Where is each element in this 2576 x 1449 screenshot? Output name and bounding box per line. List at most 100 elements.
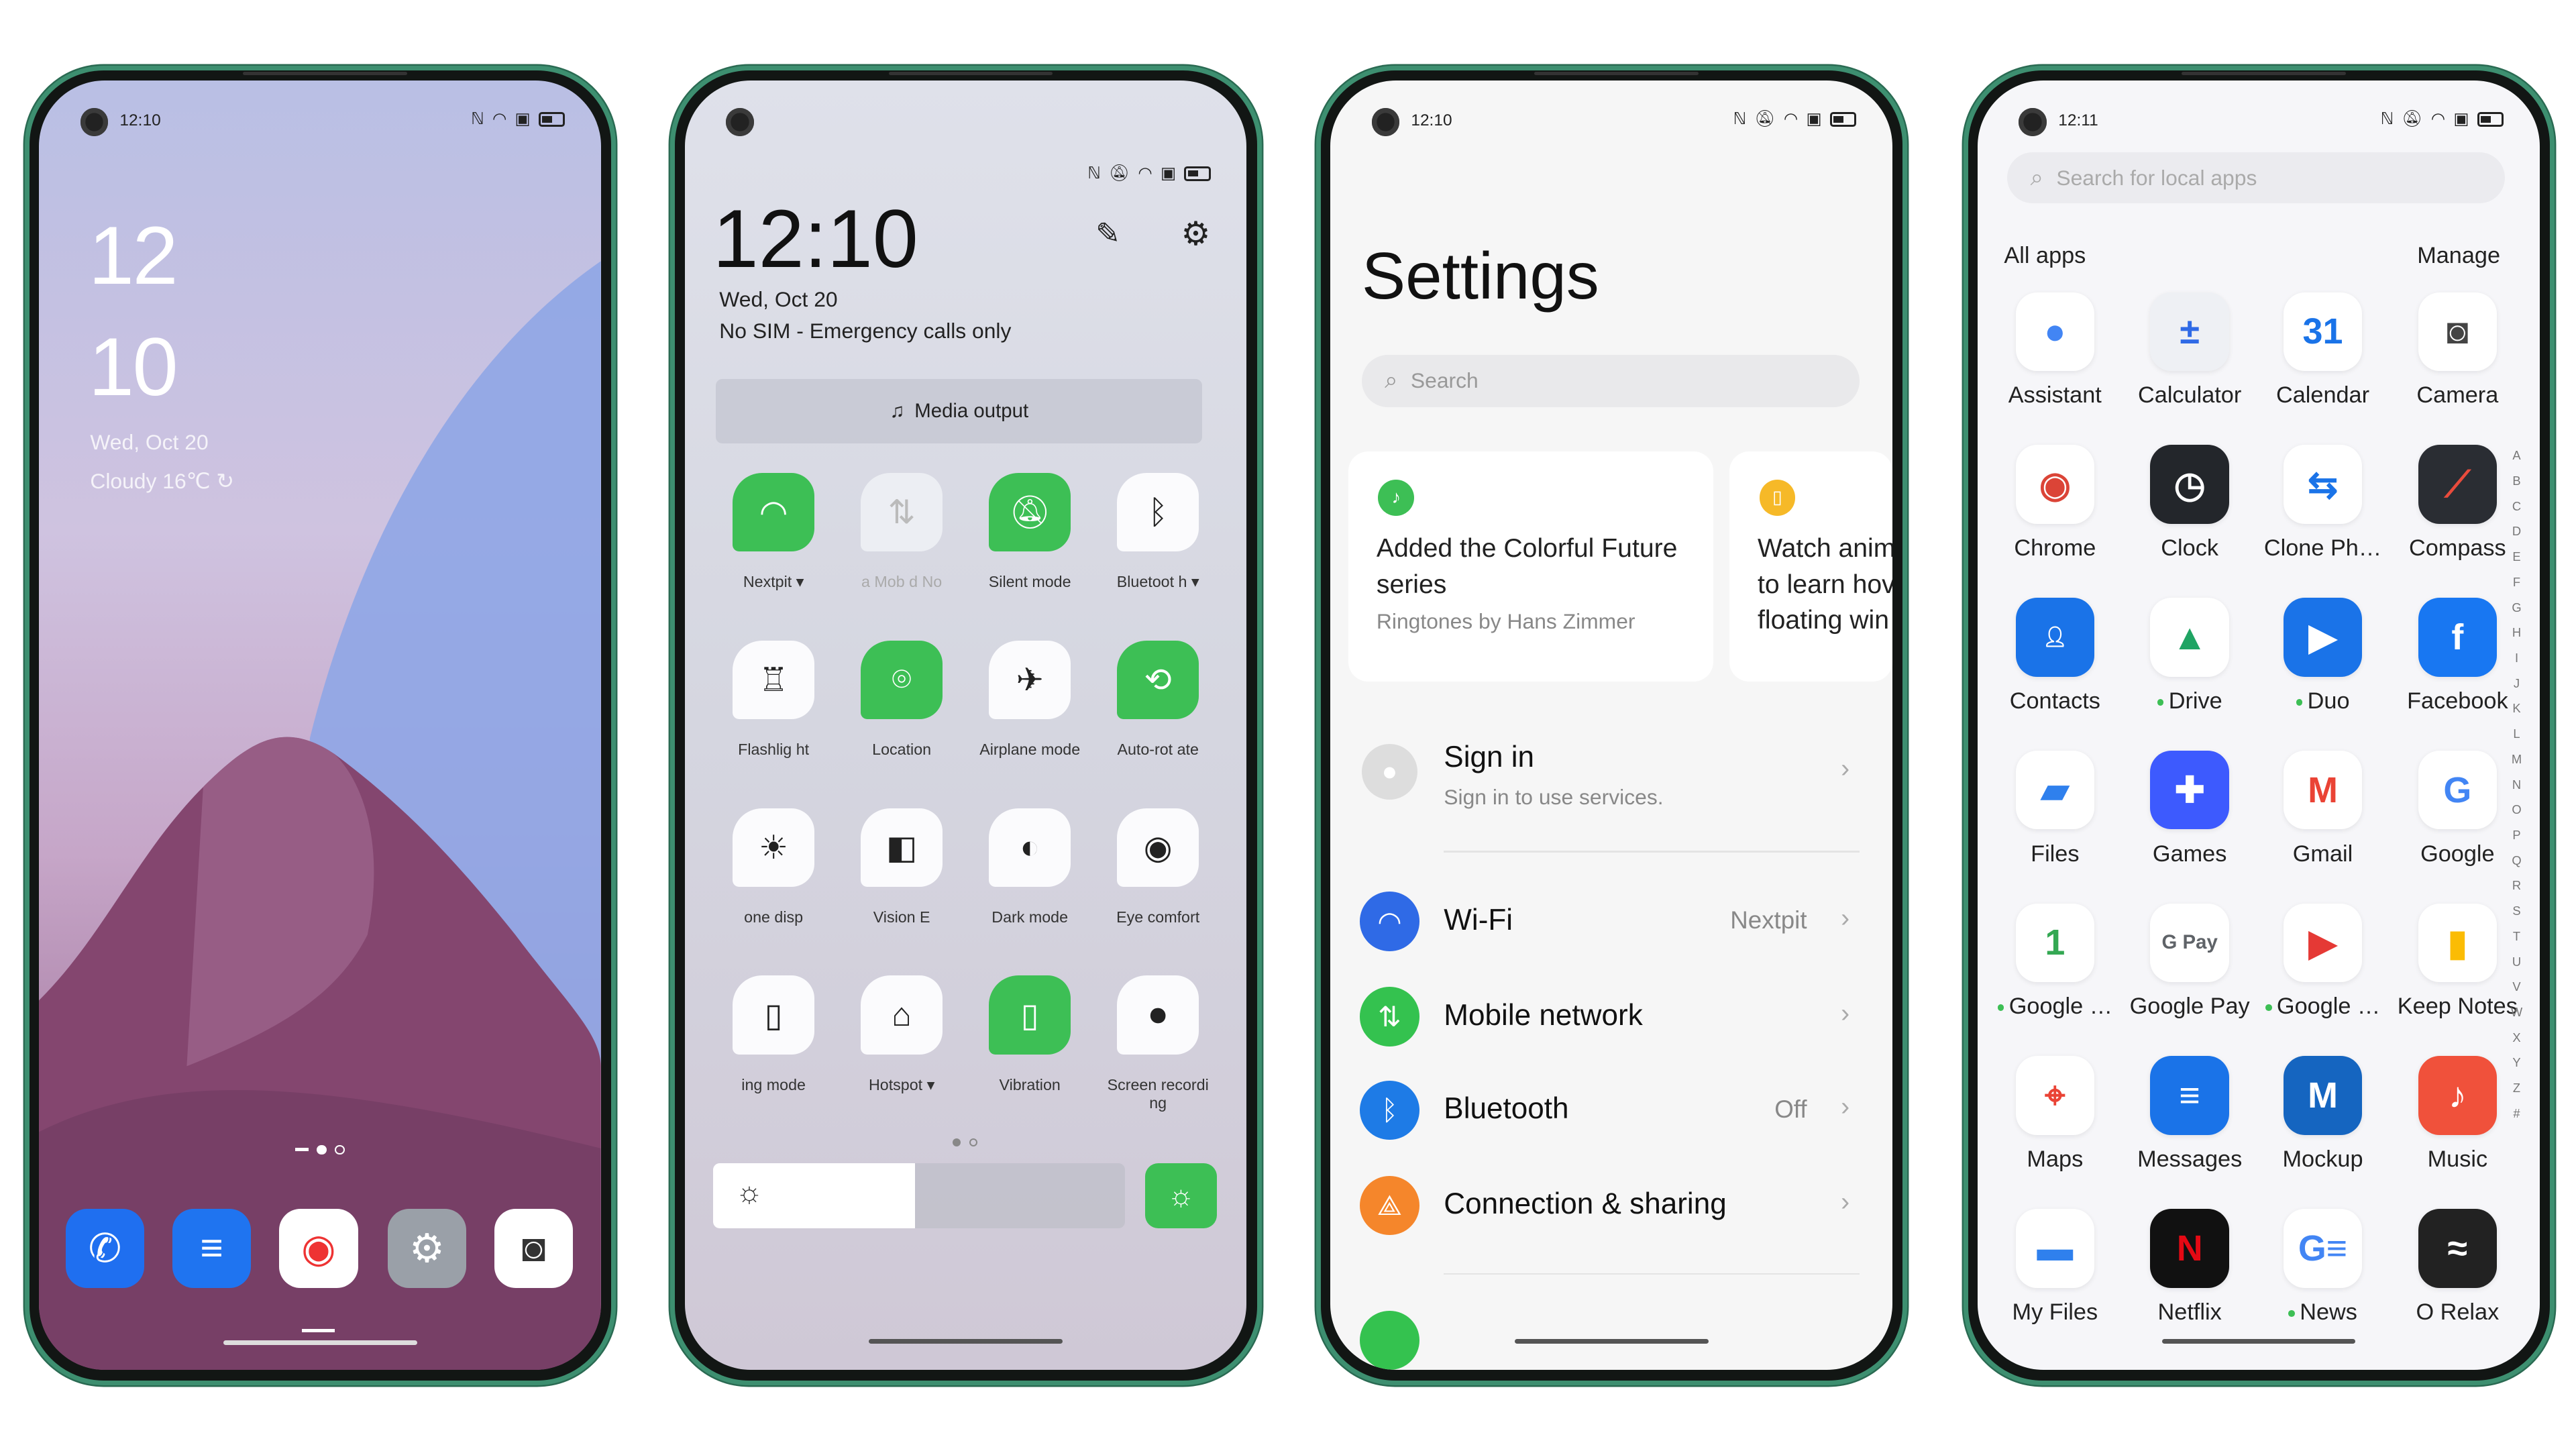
alphabet-index-letter[interactable]: D <box>2508 524 2524 539</box>
alphabet-index-letter[interactable]: F <box>2508 575 2524 590</box>
app-chrome[interactable]: ◉ Chrome <box>1986 441 2124 573</box>
app-duo[interactable]: ▶ Duo <box>2254 594 2392 726</box>
tile-mobile-data[interactable]: ⇅ <box>860 472 943 552</box>
app-messages[interactable]: ≡ Messages <box>2121 1053 2259 1184</box>
settings-row-connection-sharing[interactable]: ⟁ Connection & sharing › <box>1330 1173 1892 1238</box>
app-gpay[interactable]: G Pay Google Pay <box>2121 900 2259 1032</box>
alphabet-index-letter[interactable]: E <box>2508 549 2524 564</box>
app-netflix[interactable]: N Netflix <box>2121 1205 2259 1337</box>
app-maps[interactable]: ⌖ Maps <box>1986 1053 2124 1184</box>
alphabet-index-letter[interactable]: O <box>2508 802 2524 817</box>
app-keep[interactable]: ▮ Keep Notes <box>2388 900 2526 1032</box>
tile-dark-mode[interactable]: ◐ <box>988 808 1071 888</box>
personalization-icon[interactable] <box>1360 1310 1419 1371</box>
alphabet-index-letter[interactable]: T <box>2508 929 2524 944</box>
alphabet-index-letter[interactable]: N <box>2508 777 2524 792</box>
tile-battery[interactable]: ▯ <box>732 975 815 1055</box>
tip-card-ringtones[interactable]: ♪ Added the Colorful Future series Ringt… <box>1348 451 1713 682</box>
tile-hotspot[interactable]: ⌂ <box>860 975 943 1055</box>
app-facebook[interactable]: f Facebook <box>2388 594 2526 726</box>
refresh-icon[interactable]: ↻ <box>216 469 234 493</box>
tile-flashlight[interactable]: ♖ <box>732 640 815 720</box>
alphabet-index-letter[interactable]: C <box>2508 499 2524 514</box>
alphabet-index-letter[interactable]: J <box>2508 676 2524 691</box>
sign-in-row[interactable]: ● Sign in Sign in to use services. › <box>1330 737 1892 813</box>
alphabet-index-letter[interactable]: W <box>2508 1005 2524 1020</box>
alphabet-index-letter[interactable]: L <box>2508 727 2524 741</box>
alphabet-index-letter[interactable]: S <box>2508 904 2524 918</box>
app-assistant[interactable]: ● Assistant <box>1986 289 2124 421</box>
manage-button[interactable]: Manage <box>2417 243 2500 269</box>
tile-auto-rotate[interactable]: ⟲ <box>1116 640 1199 720</box>
tile-location[interactable]: ⌾ <box>860 640 943 720</box>
tile-bluetooth[interactable]: ᛒ <box>1116 472 1199 552</box>
app-calculator[interactable]: ± Calculator <box>2121 289 2259 421</box>
app-orelax[interactable]: ≈ O Relax <box>2388 1205 2526 1337</box>
app-compass[interactable]: ⟋ Compass <box>2388 441 2526 573</box>
phone-icon[interactable]: ✆ <box>65 1209 145 1288</box>
app-news[interactable]: G≡ News <box>2254 1205 2392 1337</box>
app-google[interactable]: G Google <box>2388 747 2526 879</box>
search-input[interactable]: ⌕ Search <box>1361 354 1860 407</box>
app-camera[interactable]: ◙ Camera <box>2388 289 2526 421</box>
app-music[interactable]: ♪ Music <box>2388 1053 2526 1184</box>
alphabet-index-letter[interactable]: I <box>2508 651 2524 665</box>
app-clock[interactable]: ◷ Clock <box>2121 441 2259 573</box>
alphabet-index-letter[interactable]: V <box>2508 979 2524 994</box>
edit-icon[interactable]: ✎ <box>1095 217 1120 251</box>
brightness-slider[interactable]: ☼ <box>712 1163 1126 1229</box>
settings-icon[interactable]: ⚙ <box>387 1209 467 1288</box>
app-mockup[interactable]: M Mockup <box>2254 1053 2392 1184</box>
alphabet-index-letter[interactable]: H <box>2508 625 2524 640</box>
app-myfiles[interactable]: ▬ My Files <box>1986 1205 2124 1337</box>
tile-airplane[interactable]: ✈ <box>988 640 1071 720</box>
alphabet-index-letter[interactable]: K <box>2508 701 2524 716</box>
app-files[interactable]: ▰ Files <box>1986 747 2124 879</box>
alphabet-index-letter[interactable]: Z <box>2508 1081 2524 1095</box>
tile-vision[interactable]: ◧ <box>860 808 943 888</box>
alphabet-index-letter[interactable]: R <box>2508 878 2524 893</box>
tile-screen-record[interactable]: ⏺ <box>1116 975 1199 1055</box>
tile-vibration[interactable]: ▯ <box>988 975 1071 1055</box>
app-games[interactable]: ✚ Games <box>2121 747 2259 879</box>
alphabet-index-letter[interactable]: M <box>2508 752 2524 767</box>
alphabet-index-letter[interactable]: G <box>2508 600 2524 615</box>
home-indicator[interactable] <box>2161 1338 2356 1344</box>
alphabet-index-letter[interactable]: U <box>2508 955 2524 969</box>
alphabet-index-letter[interactable]: P <box>2508 828 2524 843</box>
messages-icon[interactable]: ≡ <box>172 1209 252 1288</box>
auto-brightness-button[interactable]: ☼ <box>1144 1163 1218 1229</box>
chrome-icon[interactable]: ◉ <box>278 1209 358 1288</box>
home-indicator[interactable] <box>869 1338 1063 1344</box>
home-indicator[interactable] <box>1514 1338 1709 1344</box>
tile-silent[interactable]: 🔕︎ <box>988 472 1071 552</box>
app-google-one[interactable]: 1 Google … <box>1986 900 2124 1032</box>
app-gmail[interactable]: M Gmail <box>2254 747 2392 879</box>
nfc-icon: ℕ <box>1087 164 1101 182</box>
alphabet-index-letter[interactable]: X <box>2508 1030 2524 1045</box>
settings-row-mobile-network[interactable]: ⇅ Mobile network › <box>1330 984 1892 1050</box>
app-contacts[interactable]: 👤︎ Contacts <box>1986 594 2124 726</box>
tip-card-floating-window[interactable]: ▯ Watch anim to learn hov floating win <box>1729 451 1892 682</box>
app-clone[interactable]: ⇆ Clone Ph… <box>2254 441 2392 573</box>
media-output-button[interactable]: ♫ Media output <box>716 379 1203 443</box>
camera-icon[interactable]: ◙ <box>494 1209 574 1288</box>
alphabet-index-letter[interactable]: Q <box>2508 853 2524 868</box>
tile-eye[interactable]: ◉ <box>1116 808 1199 888</box>
app-calendar[interactable]: 31 Calendar <box>2254 289 2392 421</box>
alphabet-index-letter[interactable]: A <box>2508 448 2524 463</box>
alphabet-index-letter[interactable]: # <box>2508 1106 2524 1121</box>
settings-row-wi-fi[interactable]: ◠ Wi-Fi Nextpit › <box>1330 889 1892 955</box>
gear-icon[interactable]: ⚙ <box>1181 215 1210 253</box>
tile-wifi[interactable]: ◠ <box>732 472 815 552</box>
home-indicator[interactable] <box>223 1340 417 1346</box>
app-search-input[interactable]: ⌕ Search for local apps <box>2007 152 2506 204</box>
app-drive[interactable]: ▲ Drive <box>2121 594 2259 726</box>
alphabet-index-letter[interactable]: B <box>2508 474 2524 488</box>
search-icon: ⌕ <box>1385 368 1398 394</box>
tile-tone-display[interactable]: ☀ <box>732 808 815 888</box>
app-play-movies[interactable]: ▶ Google … <box>2254 900 2392 1032</box>
status-icons: ℕ 🔕︎ ◠ ▣ <box>1733 111 1856 127</box>
settings-row-bluetooth[interactable]: ᛒ Bluetooth Off › <box>1330 1077 1892 1143</box>
alphabet-index-letter[interactable]: Y <box>2508 1055 2524 1070</box>
